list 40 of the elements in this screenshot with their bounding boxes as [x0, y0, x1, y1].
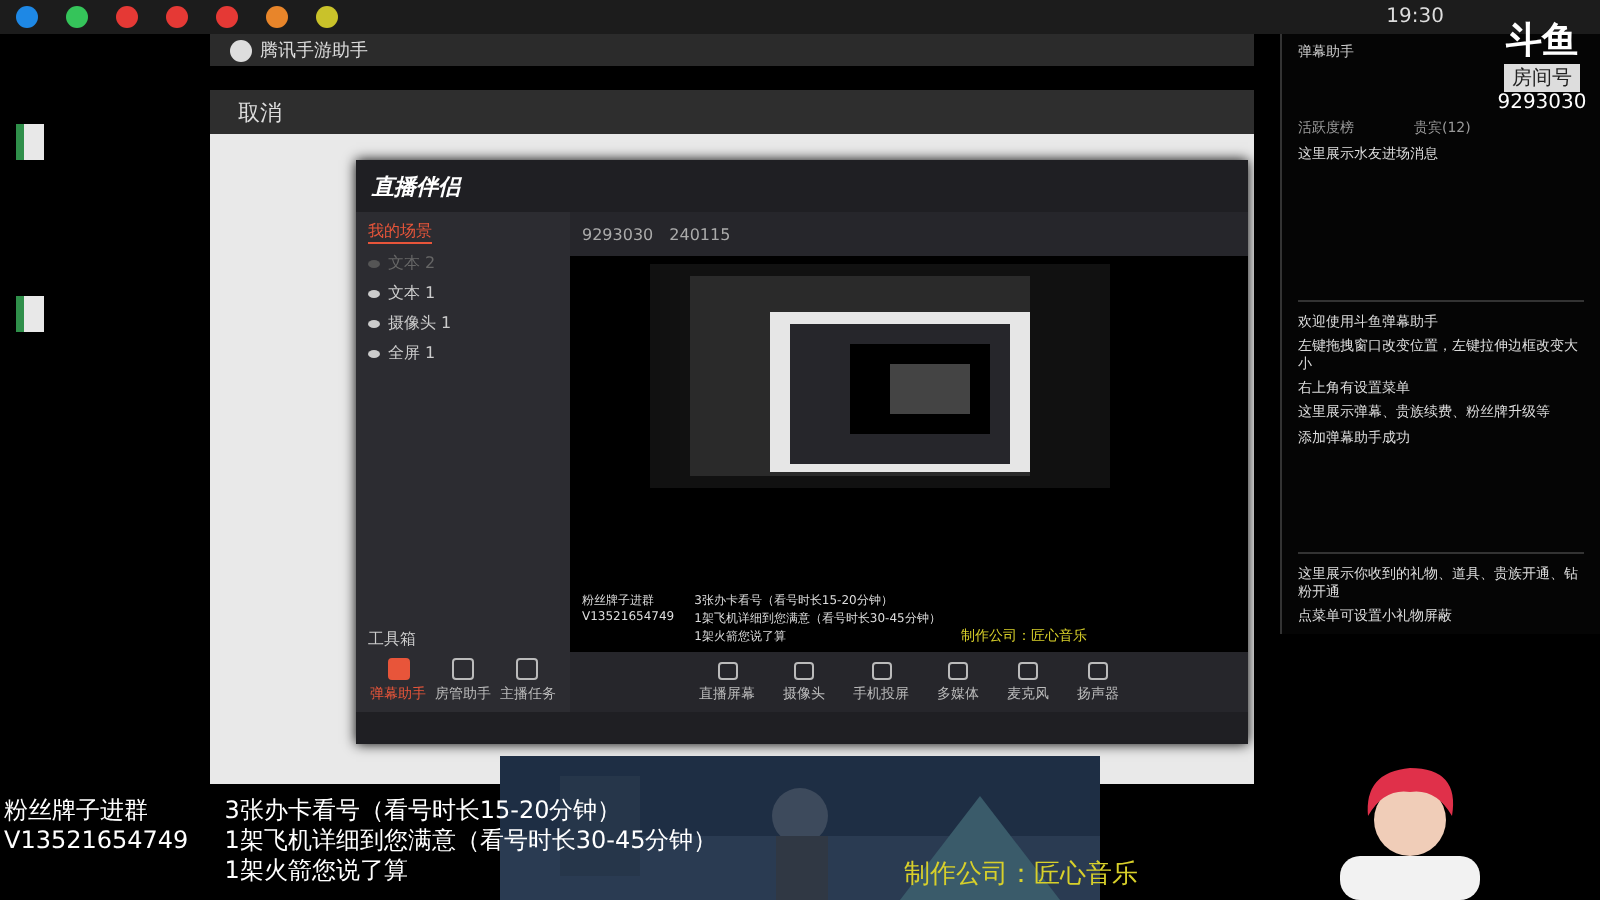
layer-item[interactable]: 文本 1	[368, 282, 558, 304]
tool-icon	[516, 658, 539, 680]
app-logo: 直播伴侣	[372, 171, 460, 201]
file-icon[interactable]	[16, 296, 44, 332]
layer-label: 摄像头 1	[388, 312, 452, 334]
room-id: 9293030	[582, 225, 654, 243]
app-icon[interactable]	[116, 6, 138, 28]
app-icon[interactable]	[316, 6, 338, 28]
layer-label: 全屏 1	[388, 342, 436, 364]
overlay-text: 1架飞机详细到您满意（看号时长30-45分钟）	[224, 826, 718, 856]
cancel-label[interactable]: 取消	[238, 97, 282, 127]
eye-icon[interactable]	[368, 289, 380, 297]
room-number: 9293030	[1497, 92, 1587, 114]
credit-text: 制作公司：匠心音乐	[904, 858, 1138, 892]
app-icon[interactable]	[66, 6, 88, 28]
toolbox-title: 工具箱	[368, 628, 418, 650]
overlay-text: 粉丝牌子进群	[4, 796, 150, 826]
tool-icon	[387, 658, 410, 680]
heat-count: 240115	[669, 225, 731, 243]
overlay-text: 1架火箭您说了算	[224, 856, 410, 886]
tool-icon	[451, 658, 474, 680]
file-icon[interactable]	[16, 124, 44, 160]
eye-icon[interactable]	[368, 349, 380, 357]
overlay-text: 3张办卡看号（看号时长15-20分钟）	[224, 796, 624, 826]
eye-icon[interactable]	[368, 319, 380, 327]
app-icon[interactable]	[16, 6, 38, 28]
window-title: 腾讯手游助手	[260, 39, 368, 63]
overlay-text: V13521654749	[4, 826, 189, 856]
app-icon[interactable]	[216, 6, 238, 28]
layer-item[interactable]: 摄像头 1	[368, 312, 558, 334]
app-icon[interactable]	[266, 6, 288, 28]
layer-item[interactable]: 全屏 1	[368, 342, 558, 364]
scene-tab[interactable]: 我的场景	[368, 220, 432, 244]
brand-logo: 斗鱼	[1506, 18, 1578, 64]
app-icon	[230, 39, 252, 61]
layer-label: 文本 1	[388, 282, 436, 304]
layer-label: 文本 2	[388, 252, 436, 274]
room-label: 房间号	[1504, 64, 1580, 92]
app-icon[interactable]	[166, 6, 188, 28]
clock: 19:30	[1386, 6, 1444, 28]
